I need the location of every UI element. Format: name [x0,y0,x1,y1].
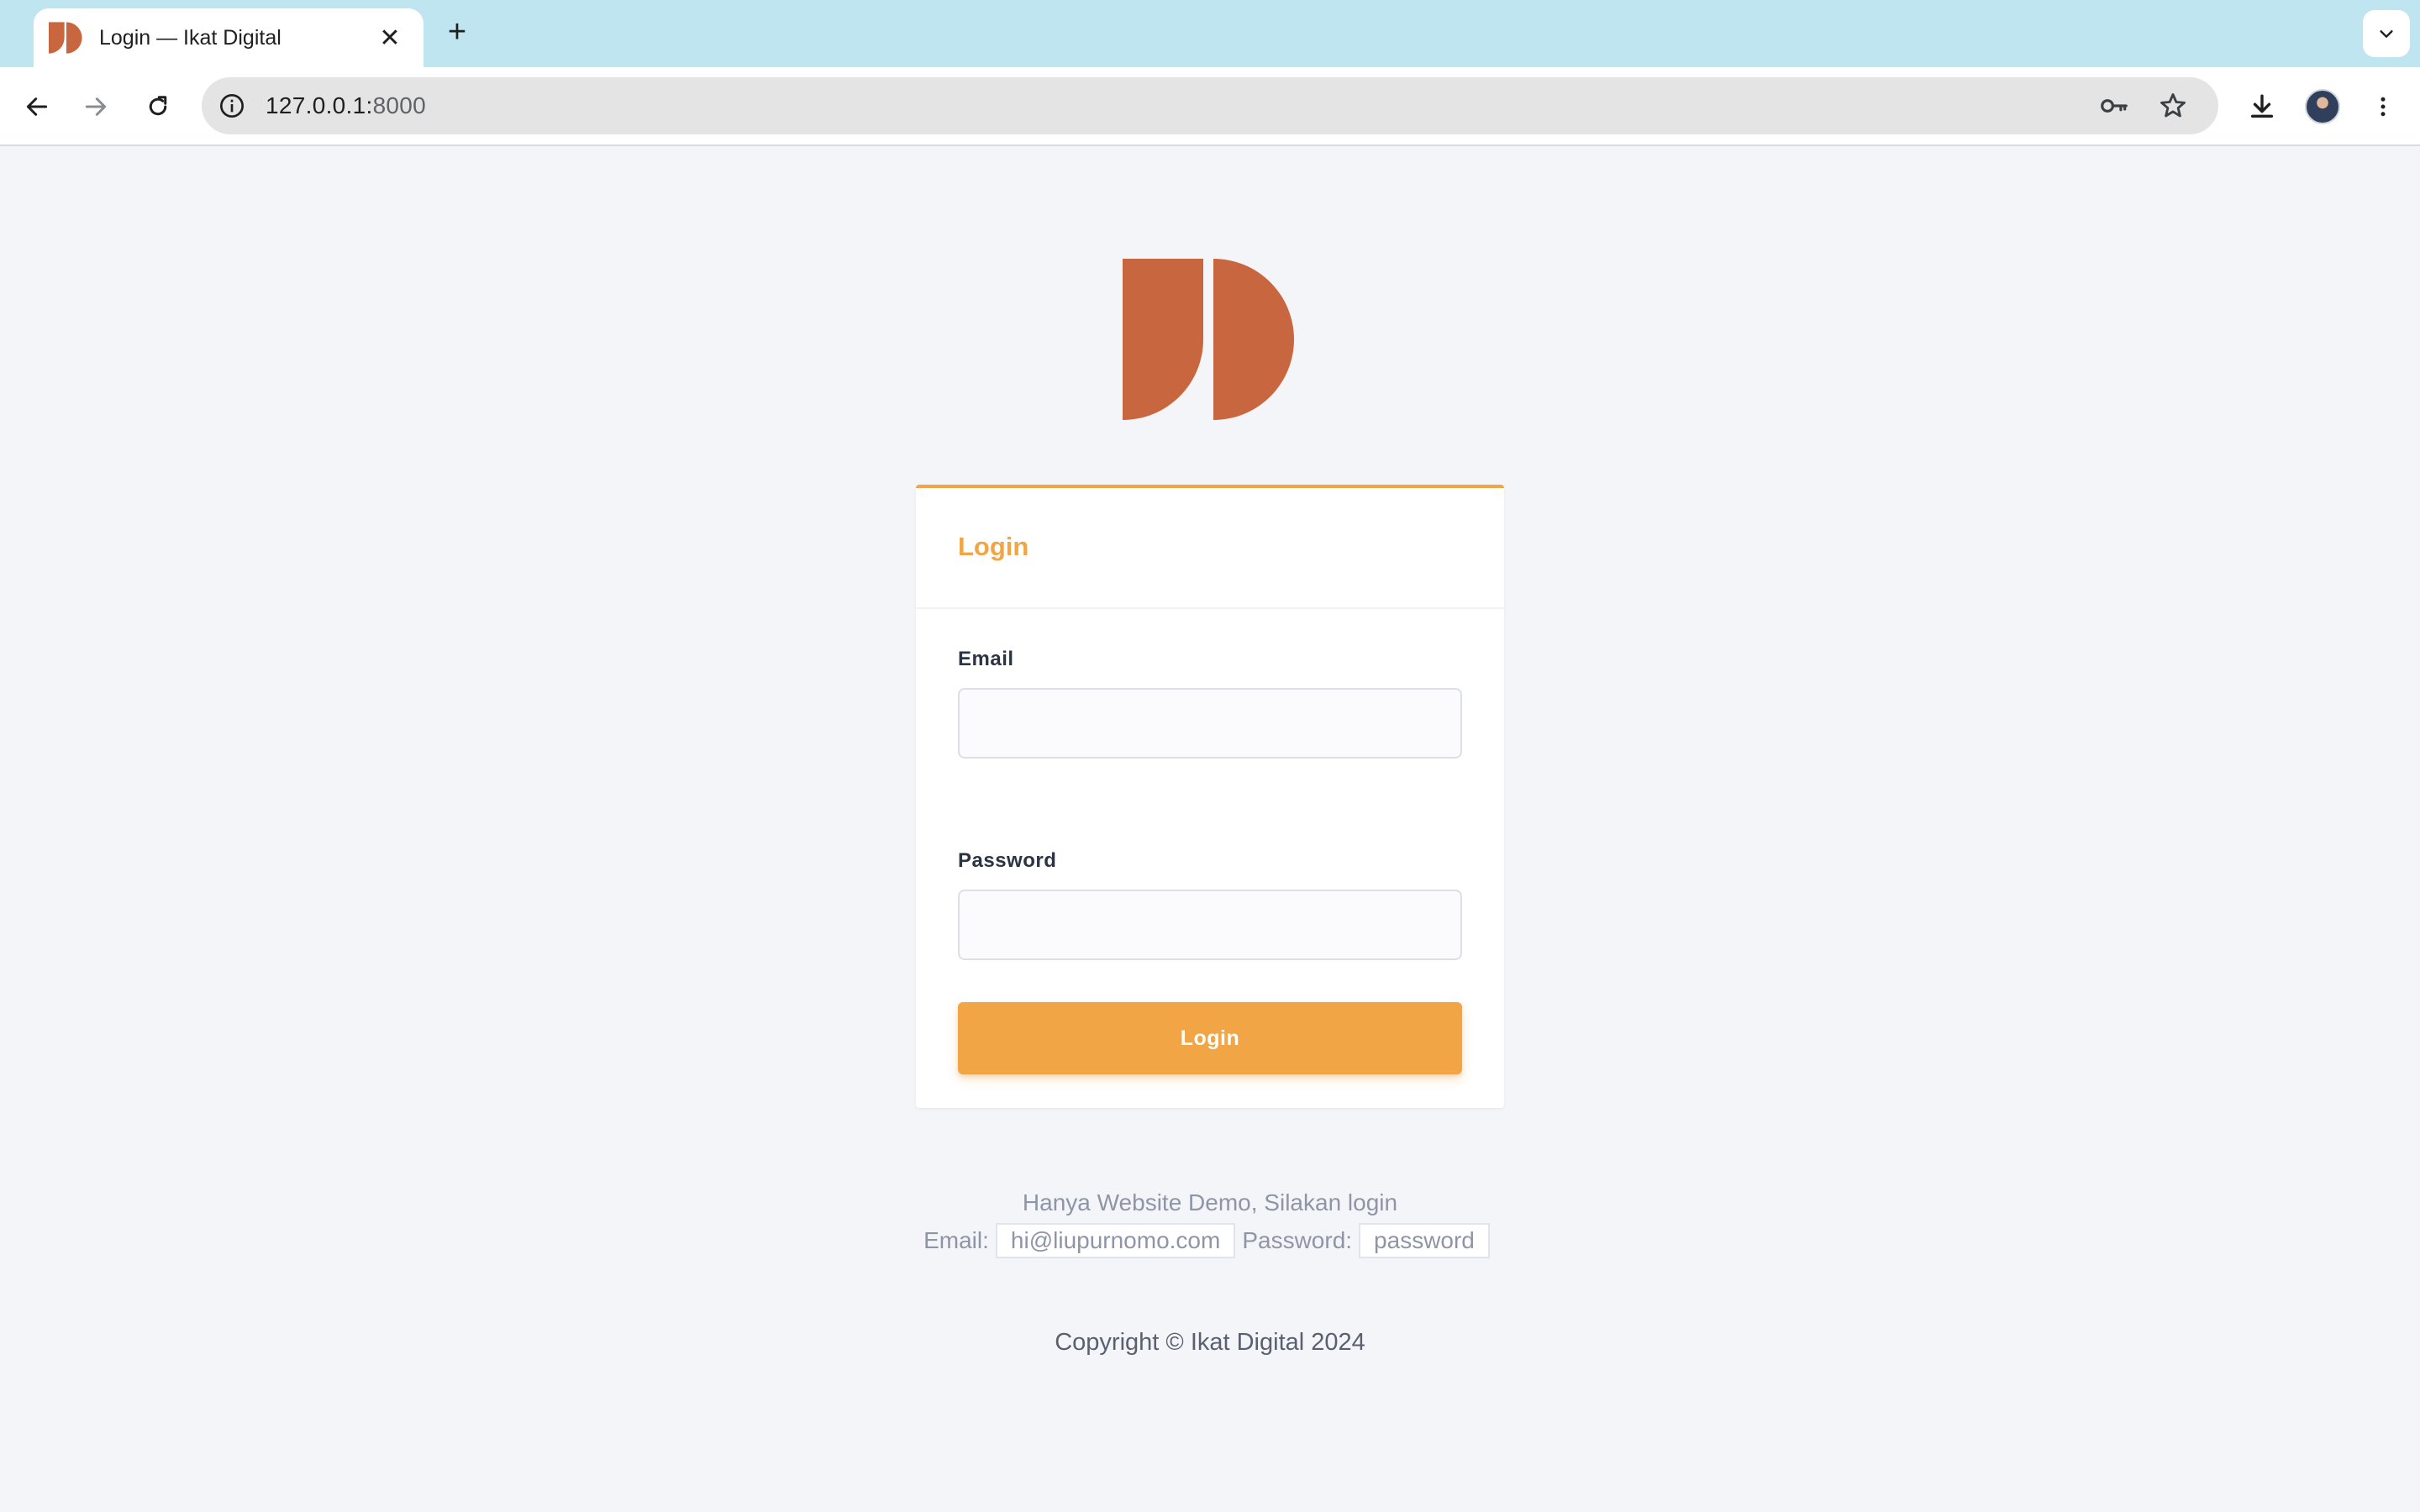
download-icon[interactable] [2242,87,2282,127]
login-card-header: Login [916,488,1504,609]
demo-email-value: hi@liupurnomo.com [995,1223,1236,1258]
password-label: Password [958,849,1057,872]
login-title: Login [958,532,1029,561]
tab-close-icon[interactable]: ✕ [375,23,405,53]
avatar [2305,89,2340,124]
demo-email-label: Email: [923,1227,989,1253]
tab-search-chevron-icon[interactable] [2363,10,2410,57]
site-favicon-icon [49,22,82,54]
url-text[interactable]: 127.0.0.1:8000 [266,92,426,119]
address-bar[interactable]: 127.0.0.1:8000 [202,77,2218,134]
site-info-icon[interactable] [217,91,247,121]
tab-title: Login — Ikat Digital [99,25,281,50]
email-field[interactable] [958,688,1462,759]
login-card: Login Email Password Login [916,485,1504,1108]
forward-arrow-icon[interactable] [76,87,116,127]
menu-dots-icon[interactable] [2363,87,2403,127]
demo-credentials: Email: hi@liupurnomo.com Password: passw… [0,1223,2420,1258]
ikat-digital-logo [1123,259,1294,420]
password-key-icon[interactable] [2094,86,2134,126]
reload-icon[interactable] [138,87,178,127]
footer-copyright: Copyright © Ikat Digital 2024 [1055,1329,1365,1356]
demo-note: Hanya Website Demo, Silakan login [1022,1189,1398,1215]
new-tab-plus-icon[interactable]: + [440,14,474,50]
password-field[interactable] [958,890,1462,960]
demo-password-label: Password: [1242,1227,1353,1253]
browser-tab-active[interactable]: Login — Ikat Digital ✕ [34,8,424,67]
browser-tabstrip: Login — Ikat Digital ✕ + [0,0,2420,67]
bookmark-star-icon[interactable] [2153,86,2193,126]
browser-toolbar: 127.0.0.1:8000 [0,67,2420,146]
email-label: Email [958,648,1014,670]
login-button[interactable]: Login [958,1002,1462,1074]
login-form: Email Password Login [916,648,1504,1074]
demo-password-value: password [1359,1223,1490,1258]
back-arrow-icon[interactable] [17,87,57,127]
profile-avatar[interactable] [2302,87,2343,127]
